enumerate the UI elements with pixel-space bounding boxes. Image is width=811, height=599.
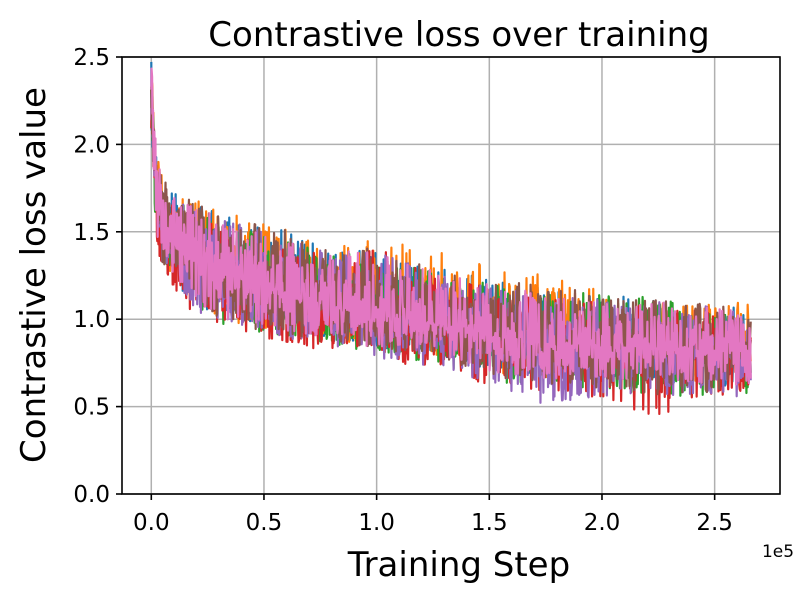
y-axis-label: Contrastive loss value: [14, 87, 54, 463]
y-tick-label: 2.0: [73, 132, 110, 158]
y-tick-label: 2.5: [73, 45, 110, 71]
chart-title: Contrastive loss over training: [208, 15, 709, 55]
series-layer: [150, 61, 752, 416]
plot-area: [150, 61, 752, 416]
y-tick-label: 1.5: [73, 220, 110, 246]
x-tick-label: 2.0: [584, 510, 621, 536]
y-tick-label: 0.0: [73, 482, 110, 508]
loss-chart: Contrastive loss over training 0.0 0.5 1.0…: [14, 15, 794, 585]
x-tick-label: 2.5: [696, 510, 733, 536]
x-tick-label: 1.5: [471, 510, 508, 536]
x-offset-label: 1e5: [762, 542, 794, 562]
x-tick-label: 1.0: [358, 510, 395, 536]
y-tick-label: 1.0: [73, 307, 110, 333]
y-tick-label: 0.5: [73, 395, 110, 421]
x-tick-label: 0.0: [133, 510, 170, 536]
x-axis-label: Training Step: [347, 545, 570, 585]
series-line: [150, 67, 752, 386]
x-tick-label: 0.5: [246, 510, 283, 536]
